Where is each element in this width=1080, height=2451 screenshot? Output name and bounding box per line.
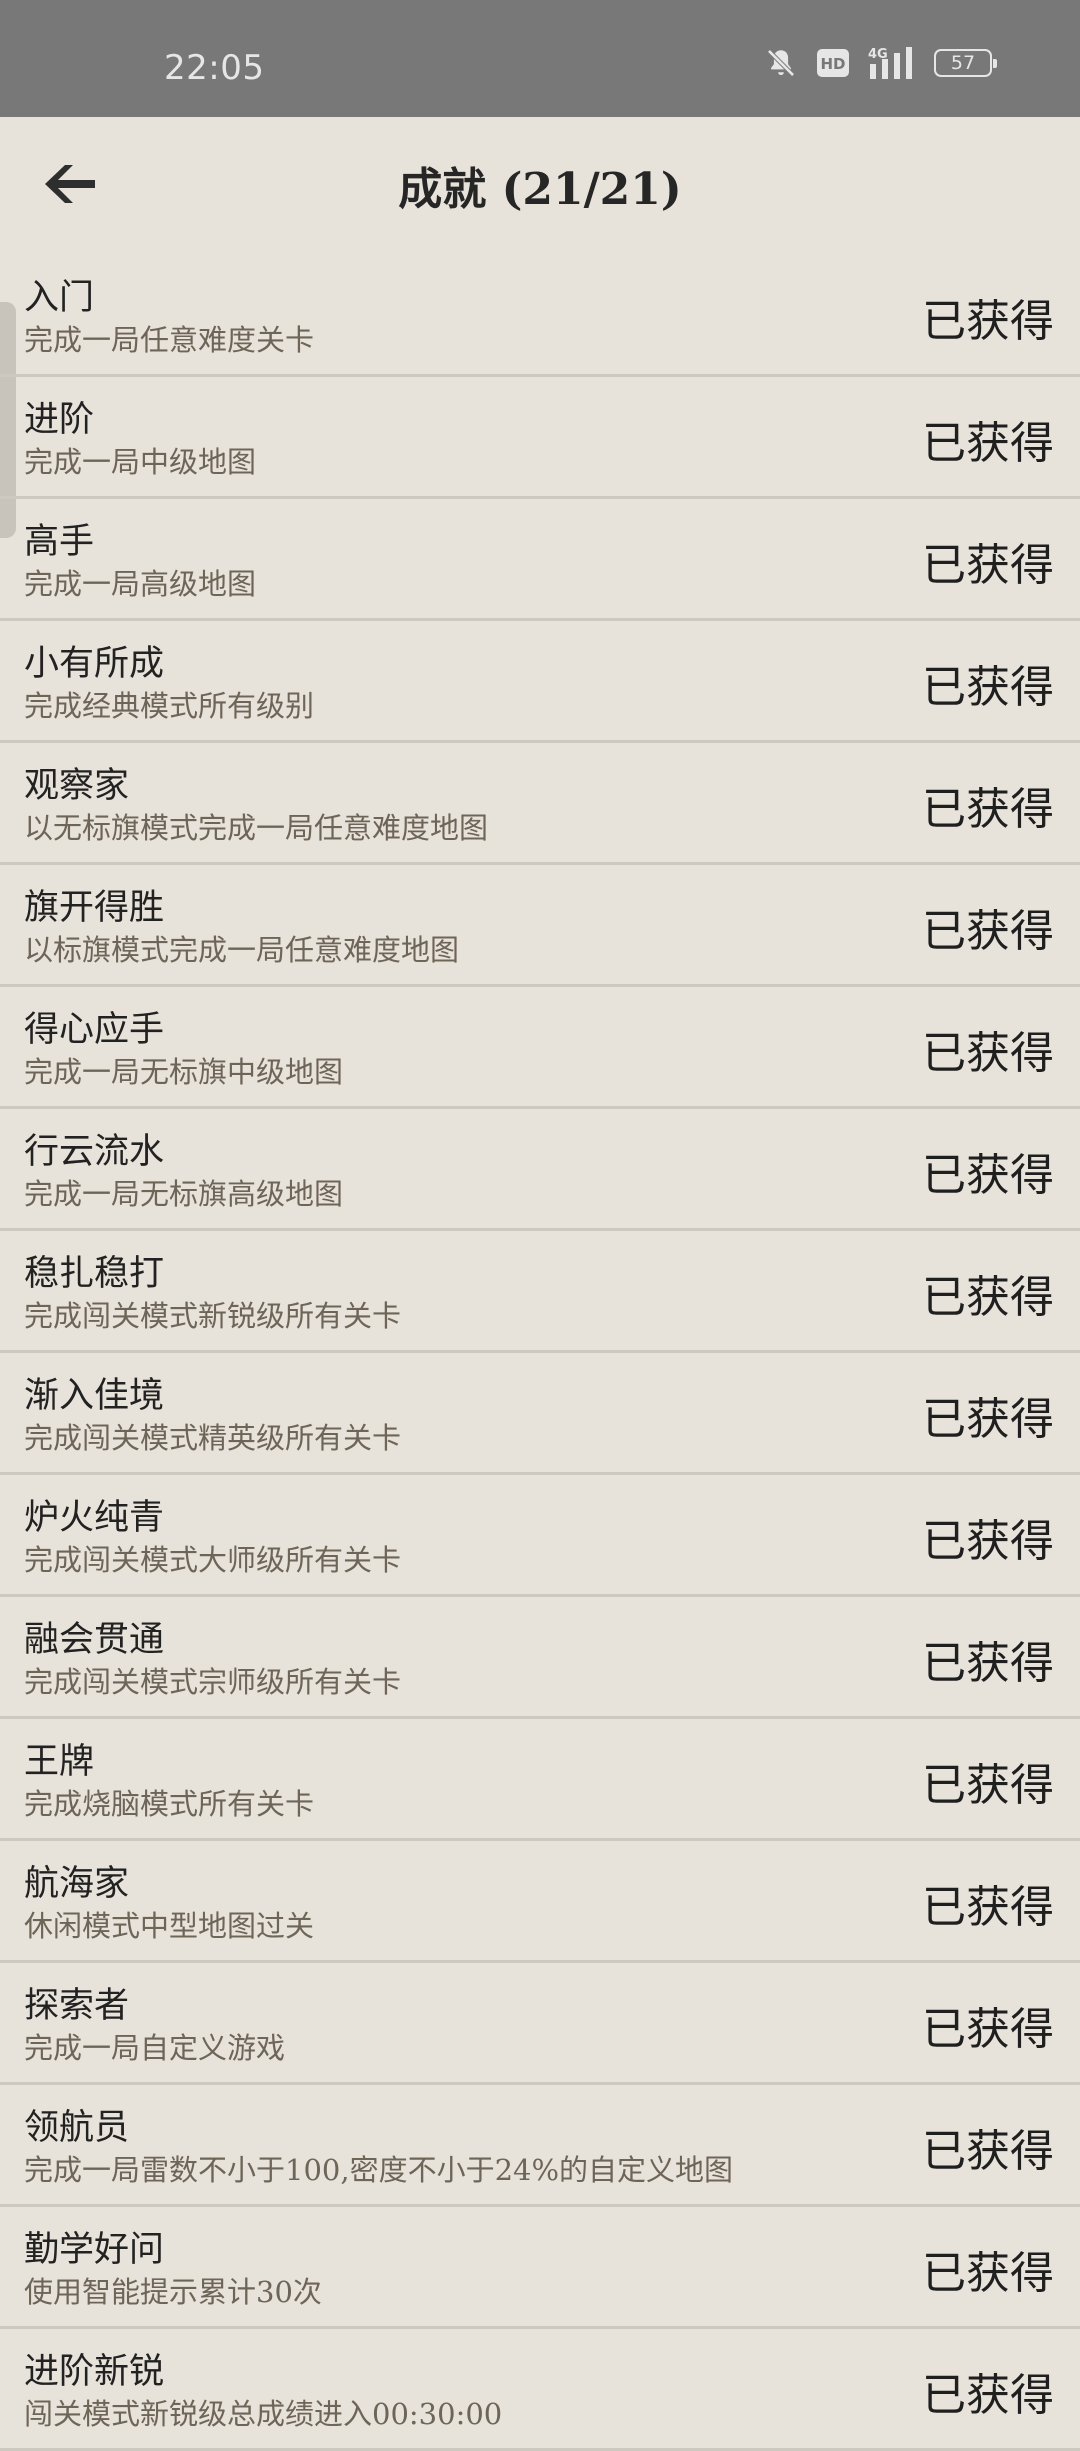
achievement-row[interactable]: 渐入佳境完成闯关模式精英级所有关卡 已获得	[0, 1353, 1080, 1475]
hd-icon: HD	[816, 48, 850, 78]
achievement-desc: 闯关模式新锐级总成绩进入00:30:00	[24, 2397, 503, 2431]
achievement-row[interactable]: 小有所成完成经典模式所有级别 已获得	[0, 621, 1080, 743]
page-title: 成就 (21/21)	[398, 164, 682, 215]
achievement-status: 已获得	[922, 1394, 1054, 1445]
achievement-row[interactable]: 入门完成一局任意难度关卡 已获得	[0, 255, 1080, 377]
achievement-name: 小有所成	[24, 644, 165, 684]
achievement-desc: 完成一局自定义游戏	[24, 2031, 286, 2065]
achievement-name: 勤学好问	[24, 2230, 165, 2270]
achievement-row[interactable]: 行云流水完成一局无标旗高级地图 已获得	[0, 1109, 1080, 1231]
achievement-name: 炉火纯青	[24, 1498, 165, 1538]
battery-icon: 57	[934, 49, 997, 77]
achievement-desc: 完成闯关模式精英级所有关卡	[24, 1421, 402, 1455]
achievement-status: 已获得	[922, 540, 1054, 591]
achievement-name: 观察家	[24, 766, 130, 806]
achievement-status: 已获得	[922, 1272, 1054, 1323]
achievement-desc: 完成闯关模式大师级所有关卡	[24, 1543, 402, 1577]
hd-label: HD	[820, 55, 845, 73]
status-icons: HD 4G 57	[764, 46, 997, 80]
achievement-name: 探索者	[24, 1986, 130, 2026]
achievement-desc: 休闲模式中型地图过关	[24, 1909, 315, 1943]
achievement-row[interactable]: 高手完成一局高级地图 已获得	[0, 499, 1080, 621]
achievement-desc: 完成一局无标旗高级地图	[24, 1177, 344, 1211]
status-bar: 22:05 HD 4G 57	[0, 0, 1080, 117]
achievement-name: 渐入佳境	[24, 1376, 165, 1416]
achievement-status: 已获得	[922, 1150, 1054, 1201]
achievement-row[interactable]: 进阶完成一局中级地图 已获得	[0, 377, 1080, 499]
achievement-status: 已获得	[922, 2126, 1054, 2177]
achievement-name: 高手	[24, 522, 95, 562]
achievement-status: 已获得	[922, 1760, 1054, 1811]
achievement-name: 融会贯通	[24, 1620, 165, 1660]
achievement-row[interactable]: 观察家以无标旗模式完成一局任意难度地图 已获得	[0, 743, 1080, 865]
achievement-row[interactable]: 得心应手完成一局无标旗中级地图 已获得	[0, 987, 1080, 1109]
achievement-row[interactable]: 探索者完成一局自定义游戏 已获得	[0, 1963, 1080, 2085]
achievement-name: 行云流水	[24, 1132, 165, 1172]
battery-level: 57	[950, 52, 976, 74]
achievement-status: 已获得	[922, 2004, 1054, 2055]
achievement-row[interactable]: 领航员完成一局雷数不小于100,密度不小于24%的自定义地图 已获得	[0, 2085, 1080, 2207]
achievement-row[interactable]: 勤学好问使用智能提示累计30次 已获得	[0, 2207, 1080, 2329]
header: 成就 (21/21)	[0, 117, 1080, 255]
achievement-status: 已获得	[922, 906, 1054, 957]
achievement-desc: 完成闯关模式宗师级所有关卡	[24, 1665, 402, 1699]
achievement-desc: 完成经典模式所有级别	[24, 689, 315, 723]
achievement-desc: 完成一局高级地图	[24, 567, 257, 601]
achievement-status: 已获得	[922, 2248, 1054, 2299]
achievement-status: 已获得	[922, 2370, 1054, 2421]
achievement-desc: 以无标旗模式完成一局任意难度地图	[24, 811, 489, 845]
achievement-row[interactable]: 王牌完成烧脑模式所有关卡 已获得	[0, 1719, 1080, 1841]
achievement-name: 稳扎稳打	[24, 1254, 165, 1294]
achievement-desc: 完成闯关模式新锐级所有关卡	[24, 1299, 402, 1333]
achievement-status: 已获得	[922, 296, 1054, 347]
bell-off-icon	[764, 46, 798, 80]
status-time: 22:05	[164, 48, 265, 88]
achievement-row[interactable]: 融会贯通完成闯关模式宗师级所有关卡 已获得	[0, 1597, 1080, 1719]
achievement-row[interactable]: 航海家休闲模式中型地图过关 已获得	[0, 1841, 1080, 1963]
achievement-status: 已获得	[922, 1638, 1054, 1689]
achievement-status: 已获得	[922, 784, 1054, 835]
achievement-row[interactable]: 旗开得胜以标旗模式完成一局任意难度地图 已获得	[0, 865, 1080, 987]
achievement-name: 领航员	[24, 2108, 130, 2148]
achievement-status: 已获得	[922, 662, 1054, 713]
achievement-desc: 完成一局雷数不小于100,密度不小于24%的自定义地图	[24, 2153, 734, 2187]
achievement-row[interactable]: 稳扎稳打完成闯关模式新锐级所有关卡 已获得	[0, 1231, 1080, 1353]
achievement-name: 进阶新锐	[24, 2352, 165, 2392]
achievement-row[interactable]: 炉火纯青完成闯关模式大师级所有关卡 已获得	[0, 1475, 1080, 1597]
achievement-list: 入门 完成一局任意难度关卡 已获得 进阶 完成一局中级地图 已获得 高手 完成一局高级地图 已获…	[0, 255, 1080, 2451]
achievement-desc: 完成烧脑模式所有关卡	[24, 1787, 315, 1821]
achievement-row[interactable]: 进阶新锐闯关模式新锐级总成绩进入00:30:00 已获得	[0, 2329, 1080, 2451]
achievement-name: 旗开得胜	[24, 888, 165, 928]
achievement-status: 已获得	[922, 1516, 1054, 1567]
signal-4g-icon: 4G	[868, 46, 916, 80]
achievement-name: 进阶	[24, 400, 95, 440]
achievement-name: 王牌	[24, 1742, 95, 1782]
achievement-status: 已获得	[922, 1028, 1054, 1079]
achievement-name: 入门	[24, 278, 95, 318]
achievement-desc: 以标旗模式完成一局任意难度地图	[24, 933, 460, 967]
achievement-desc: 完成一局无标旗中级地图	[24, 1055, 344, 1089]
achievement-desc: 完成一局任意难度关卡	[24, 323, 315, 357]
achievement-status: 已获得	[922, 418, 1054, 469]
achievement-desc: 使用智能提示累计30次	[24, 2275, 322, 2309]
achievement-status: 已获得	[922, 1882, 1054, 1933]
achievement-desc: 完成一局中级地图	[24, 445, 257, 479]
achievement-name: 得心应手	[24, 1010, 165, 1050]
achievement-name: 航海家	[24, 1864, 130, 1904]
